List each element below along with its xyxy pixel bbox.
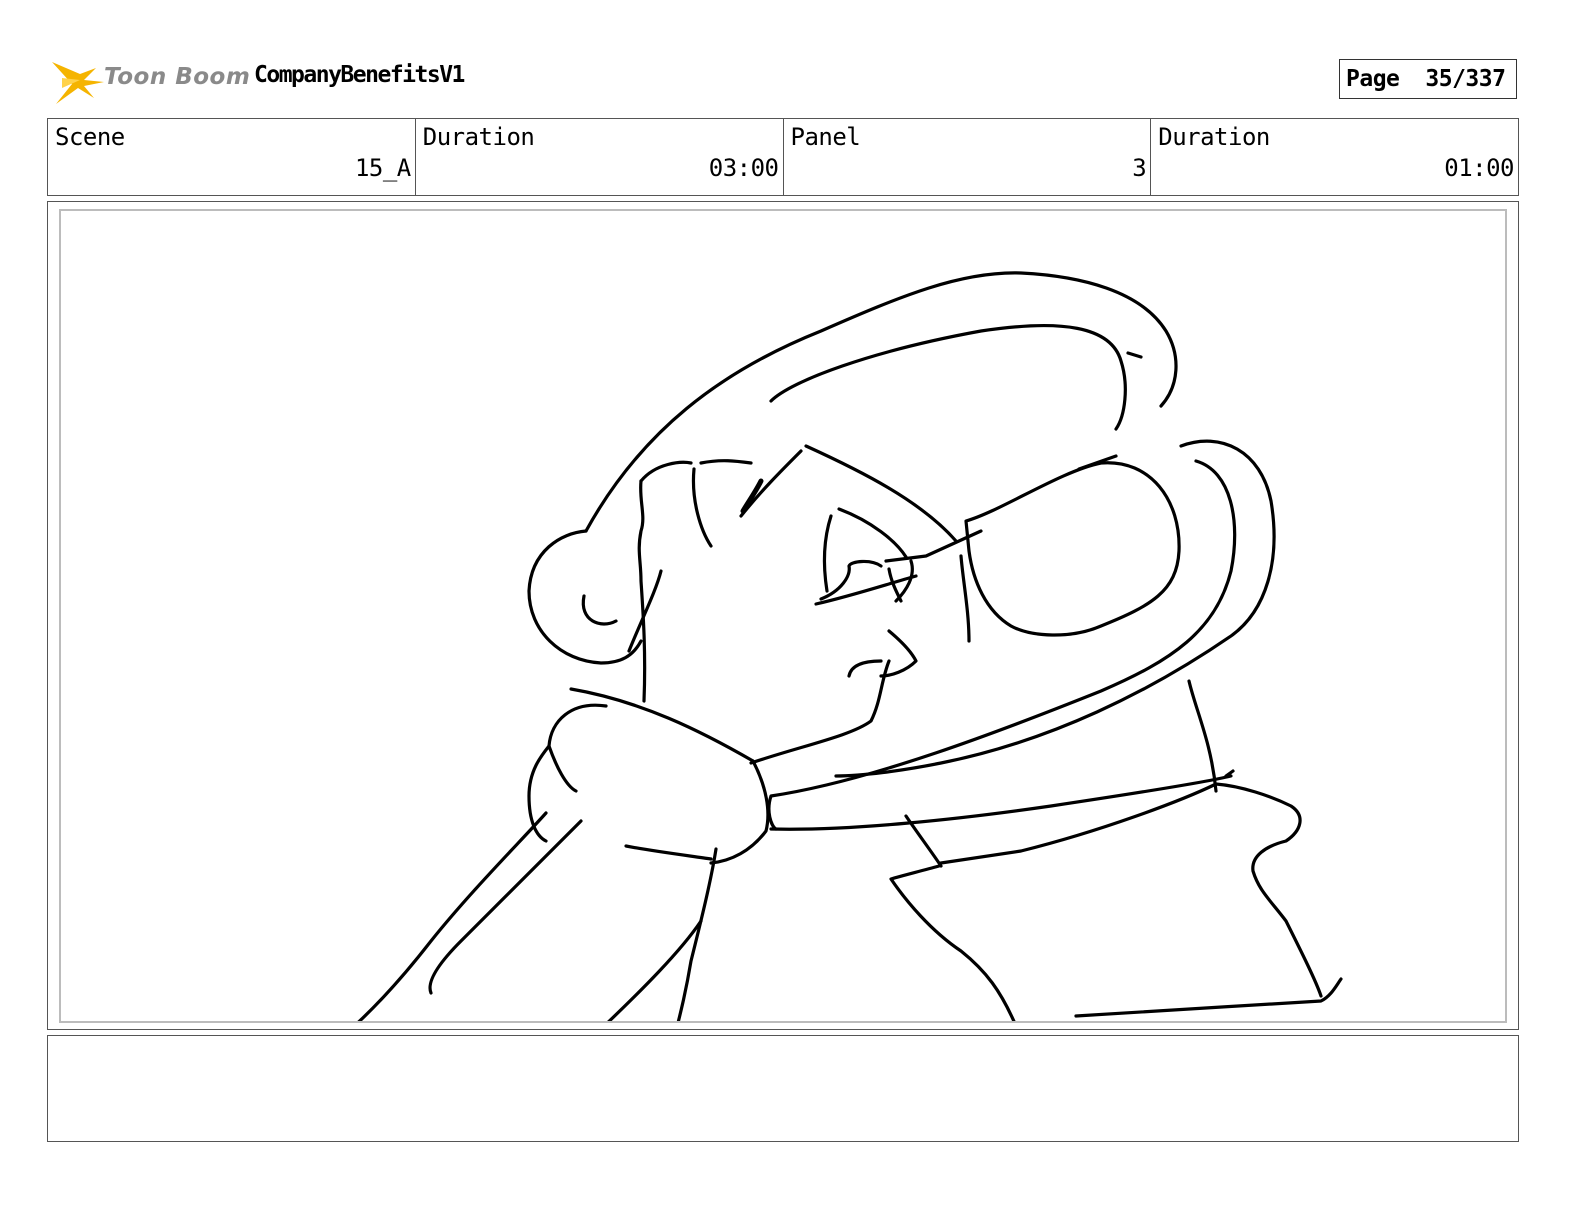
panel-duration-value: 01:00 [1444,154,1514,182]
scene-duration-value: 03:00 [708,154,779,182]
storyboard-panel [59,209,1507,1023]
scene-value: 15_A [354,154,411,182]
storyboard-panel-frame [47,201,1519,1030]
panel-cell: Panel 3 [784,119,1152,195]
page-number: 35/337 [1425,66,1506,92]
scene-cell: Scene 15_A [48,119,416,195]
panel-duration-cell: Duration 01:00 [1151,119,1518,195]
panel-sketch [357,271,1343,1021]
panel-notes-box [47,1035,1519,1142]
panel-info-table: Scene 15_A Duration 03:00 Panel 3 Durati… [47,118,1519,196]
scene-duration-label: Duration [422,123,535,151]
panel-label: Panel [790,123,861,151]
page-label: Page [1346,66,1400,92]
panel-value: 3 [1132,154,1147,182]
panel-duration-label: Duration [1158,123,1270,151]
project-title: CompanyBenefitsV1 [254,62,465,88]
page-indicator: Page 35/337 [1339,59,1517,99]
scene-label: Scene [55,123,125,151]
starburst-icon [52,62,104,104]
logo-wordmark: Toon Boom [104,64,251,90]
scene-duration-cell: Duration 03:00 [416,119,784,195]
